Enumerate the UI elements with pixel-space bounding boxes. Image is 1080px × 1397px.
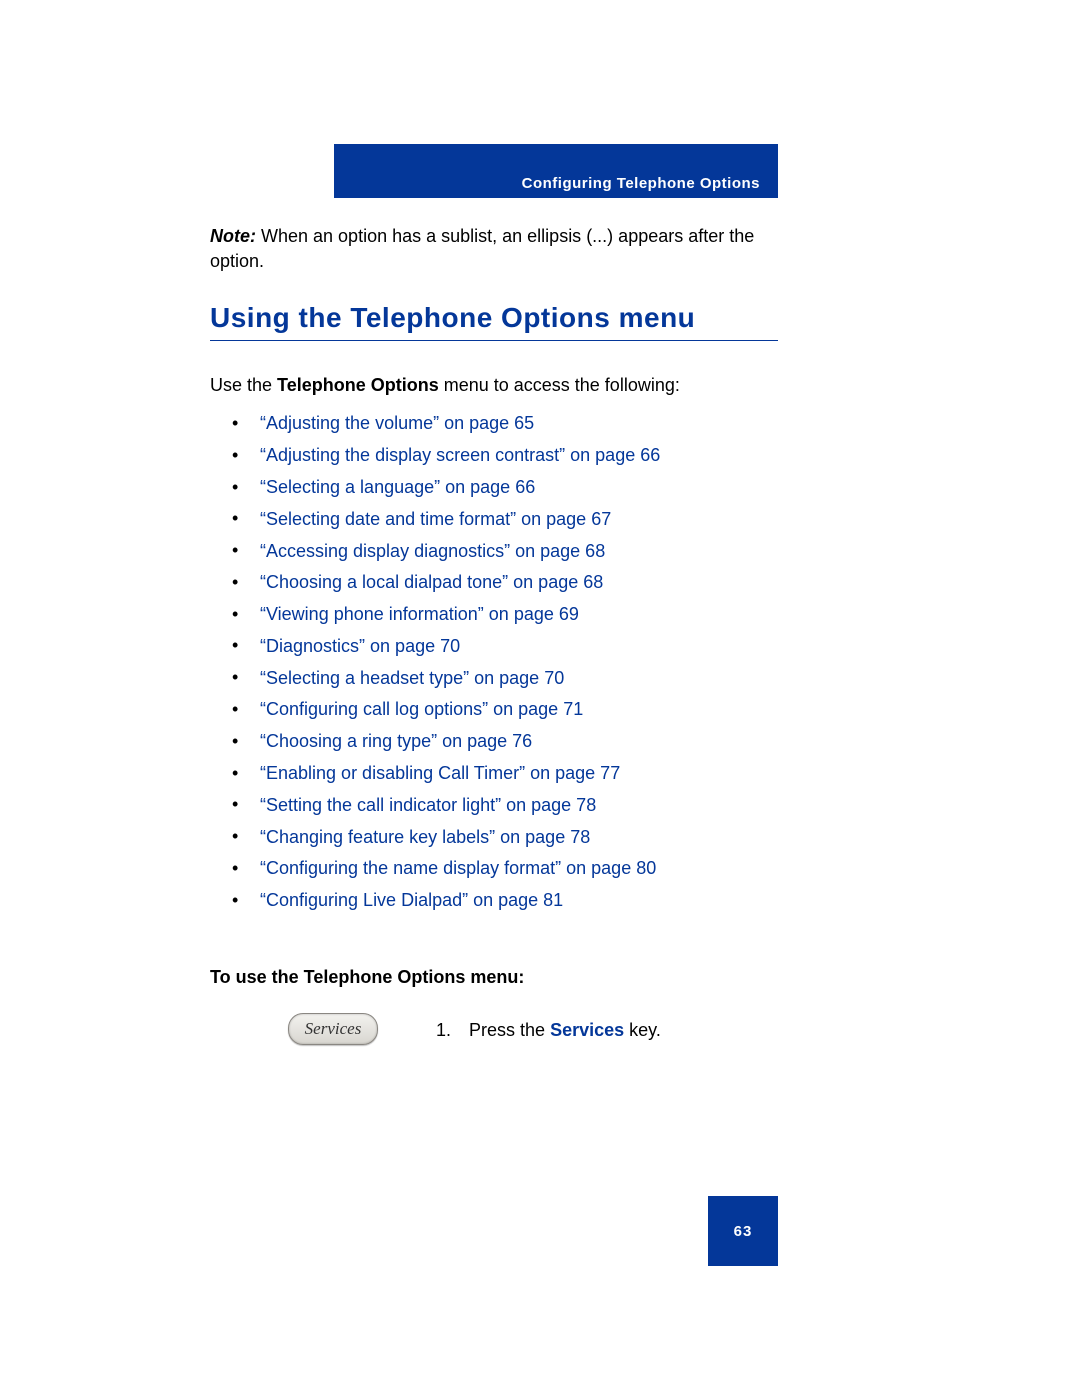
toc-link[interactable]: “Choosing a ring type” on page 76 — [232, 726, 782, 758]
step-1: 1. Press the Services key. — [436, 1020, 661, 1041]
services-key-label: Services — [305, 1019, 362, 1039]
toc-link[interactable]: “Adjusting the volume” on page 65 — [232, 408, 782, 440]
step-prefix: Press the — [469, 1020, 550, 1040]
toc-link[interactable]: “Configuring Live Dialpad” on page 81 — [232, 885, 782, 917]
toc-link[interactable]: “Adjusting the display screen contrast” … — [232, 440, 782, 472]
toc-list: “Adjusting the volume” on page 65 “Adjus… — [232, 408, 782, 917]
toc-link[interactable]: “Configuring the name display format” on… — [232, 853, 782, 885]
toc-link[interactable]: “Changing feature key labels” on page 78 — [232, 821, 782, 853]
toc-link[interactable]: “Viewing phone information” on page 69 — [232, 599, 782, 631]
intro-line: Use the Telephone Options menu to access… — [210, 375, 780, 396]
intro-prefix: Use the — [210, 375, 277, 395]
procedure-subhead: To use the Telephone Options menu: — [210, 967, 524, 988]
document-page: Configuring Telephone Options Note: When… — [0, 0, 1080, 1397]
page-number: 63 — [734, 1223, 753, 1240]
note-paragraph: Note: When an option has a sublist, an e… — [210, 224, 780, 274]
services-key-icon: Services — [288, 1013, 378, 1045]
toc-link[interactable]: “Configuring call log options” on page 7… — [232, 694, 782, 726]
toc-link[interactable]: “Selecting date and time format” on page… — [232, 503, 782, 535]
toc-link[interactable]: “Enabling or disabling Call Timer” on pa… — [232, 758, 782, 790]
toc-link[interactable]: “Diagnostics” on page 70 — [232, 630, 782, 662]
header-bar: Configuring Telephone Options — [334, 144, 778, 198]
intro-bold: Telephone Options — [277, 375, 439, 395]
page-number-badge: 63 — [708, 1196, 778, 1266]
toc-link[interactable]: “Selecting a language” on page 66 — [232, 472, 782, 504]
toc-link[interactable]: “Setting the call indicator light” on pa… — [232, 789, 782, 821]
toc-link[interactable]: “Choosing a local dialpad tone” on page … — [232, 567, 782, 599]
step-number: 1. — [436, 1020, 451, 1040]
step-suffix: key. — [624, 1020, 661, 1040]
header-title: Configuring Telephone Options — [522, 175, 760, 192]
toc-link[interactable]: “Accessing display diagnostics” on page … — [232, 535, 782, 567]
note-label: Note: — [210, 226, 256, 246]
toc-link[interactable]: “Selecting a headset type” on page 70 — [232, 662, 782, 694]
intro-suffix: menu to access the following: — [439, 375, 680, 395]
step-keyword: Services — [550, 1020, 624, 1040]
section-heading: Using the Telephone Options menu — [210, 302, 778, 341]
note-text: When an option has a sublist, an ellipsi… — [210, 226, 754, 271]
